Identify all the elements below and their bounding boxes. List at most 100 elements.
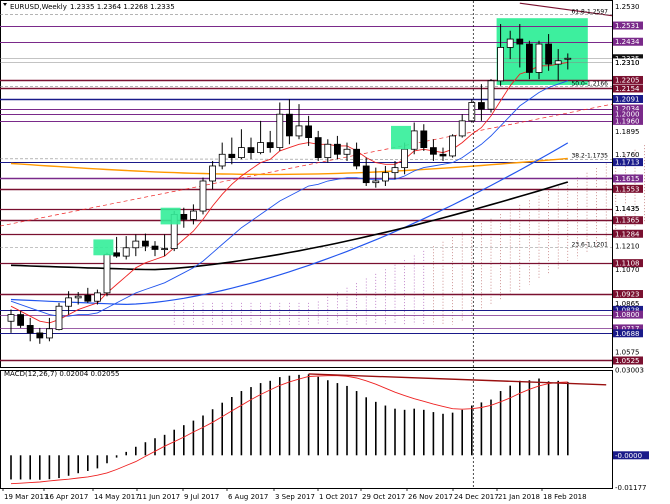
- date-label: 9 Jul 2017: [184, 493, 219, 501]
- candle-body: [94, 292, 101, 302]
- price-tag-text: 1.0525: [615, 357, 640, 365]
- candle-body: [333, 143, 341, 155]
- candle-body: [353, 148, 361, 167]
- date-label: 3 Sep 2017: [275, 493, 315, 501]
- candle-body: [46, 328, 53, 339]
- price-tag: 1.2434: [613, 37, 643, 46]
- chart-title-ohlc: 1.2335 1.2364 1.2268 1.2335: [70, 3, 175, 11]
- fib-annotation: 61.8-1.2597: [571, 9, 608, 16]
- candle-body: [343, 148, 351, 155]
- macd-axis-tick: 0.03003: [615, 367, 644, 375]
- candle-body: [36, 332, 44, 339]
- price-tag-text: 1.1713: [615, 159, 640, 167]
- candle-body: [151, 245, 159, 250]
- candle-body: [535, 43, 543, 73]
- candle-body: [74, 295, 82, 299]
- candle-body: [103, 254, 111, 294]
- price-tag-text: 1.2434: [615, 38, 640, 46]
- candle-body: [449, 135, 457, 157]
- price-tag: 1.0688: [613, 329, 643, 338]
- candle-body: [324, 143, 332, 159]
- price-axis-tick: 1.1895: [615, 128, 640, 136]
- candle-body: [122, 247, 130, 257]
- date-label: 16 Apr 2017: [45, 493, 88, 501]
- date-label: 24 Dec 2017: [454, 493, 499, 501]
- candle-body: [228, 153, 236, 159]
- candle-body: [487, 80, 495, 110]
- price-tag: 1.1713: [613, 158, 643, 167]
- candle-body: [209, 165, 217, 182]
- price-axis-tick: 1.1210: [615, 243, 640, 251]
- candle-body: [218, 153, 226, 167]
- price-tag: 1.2531: [613, 21, 643, 30]
- candle-body: [526, 43, 533, 73]
- candle-body: [180, 213, 188, 220]
- macd-tick-text: -0.0000: [615, 452, 642, 460]
- candle-body: [189, 210, 197, 220]
- price-tag-text: 1.0923: [615, 291, 640, 299]
- price-axis-tick: 1.2530: [615, 3, 640, 11]
- price-tag-text: 1.2091: [615, 96, 640, 104]
- price-axis-tick: 1.0865: [615, 300, 640, 308]
- price-tag-text: 1.1615: [615, 175, 640, 183]
- price-tag-text: 1.2531: [615, 22, 640, 30]
- price-tag-text: 1.1553: [615, 185, 640, 193]
- price-axis-tick: 1.1435: [615, 205, 640, 213]
- candle-body: [285, 113, 293, 137]
- candle-body: [468, 102, 476, 122]
- candle-body: [113, 252, 120, 257]
- macd-tick-text: 0.03003: [615, 367, 644, 375]
- candle-body: [381, 172, 389, 182]
- candle-body: [84, 294, 92, 302]
- price-axis-tick: 1.2310: [615, 59, 640, 67]
- date-label: 26 Nov 2017: [408, 493, 453, 501]
- green-marker-box: [93, 239, 114, 256]
- price-tag-text: 1.1960: [615, 117, 640, 125]
- price-tag-text: 1.0800: [615, 311, 640, 319]
- macd-axis-tick: -0.0000: [613, 451, 649, 460]
- date-label: 14 May 2017: [94, 493, 140, 501]
- price-tag-text: 1.0688: [615, 330, 640, 338]
- candle-body: [391, 167, 399, 174]
- candle-body: [429, 147, 437, 155]
- candle-body: [276, 113, 284, 148]
- eurusd-weekly-chart: 61.8-1.2597 50.0-1.2166 38.2-1.1735 23.6-1.…: [0, 0, 670, 504]
- candle-body: [266, 142, 274, 148]
- candle-body: [564, 57, 572, 60]
- price-tag: 1.1284: [613, 229, 643, 238]
- price-tag-text: 1.2154: [615, 85, 640, 93]
- candle-body: [17, 314, 25, 326]
- price-tag: 1.2154: [613, 84, 643, 93]
- price-tag: 1.1615: [613, 174, 643, 183]
- price-axis-tick: 1.1760: [615, 151, 640, 159]
- green-marker-box: [391, 125, 411, 150]
- price-tag: 1.2091: [613, 95, 643, 104]
- date-label: 18 Feb 2018: [543, 493, 587, 501]
- price-axis-tick: 1.0575: [615, 349, 640, 357]
- candle-body: [132, 240, 140, 249]
- price-tag-text: 1.1365: [615, 217, 640, 225]
- price-tag: 1.1553: [613, 184, 643, 193]
- price-tag: 1.1960: [613, 116, 643, 125]
- candle-body: [237, 147, 245, 159]
- candle-body: [247, 147, 255, 154]
- candle-body: [141, 240, 149, 247]
- date-label: 11 Jun 2017: [138, 493, 180, 501]
- chart-title-symbol: EURUSD,Weekly: [10, 3, 67, 11]
- price-tag-text: 1.1284: [615, 230, 640, 238]
- candle-body: [516, 38, 524, 45]
- candle-body: [295, 125, 303, 137]
- candle-body: [314, 137, 322, 159]
- price-tag-text: 1.2205: [615, 76, 640, 84]
- candle-body: [65, 297, 72, 307]
- candle-body: [26, 325, 34, 334]
- fib-annotation: 23.6-1.1201: [571, 242, 608, 249]
- macd-tick-text: -0.01177: [615, 484, 646, 492]
- macd-axis-tick: -0.01177: [615, 484, 646, 492]
- green-marker-box: [160, 207, 181, 225]
- macd-title: MACD(12,26,7) 0.02004 0.02055: [4, 370, 120, 378]
- fib-annotation: 38.2-1.1735: [571, 152, 608, 159]
- candle-body: [410, 130, 418, 150]
- candle-body: [372, 180, 380, 184]
- candle-body: [305, 125, 313, 138]
